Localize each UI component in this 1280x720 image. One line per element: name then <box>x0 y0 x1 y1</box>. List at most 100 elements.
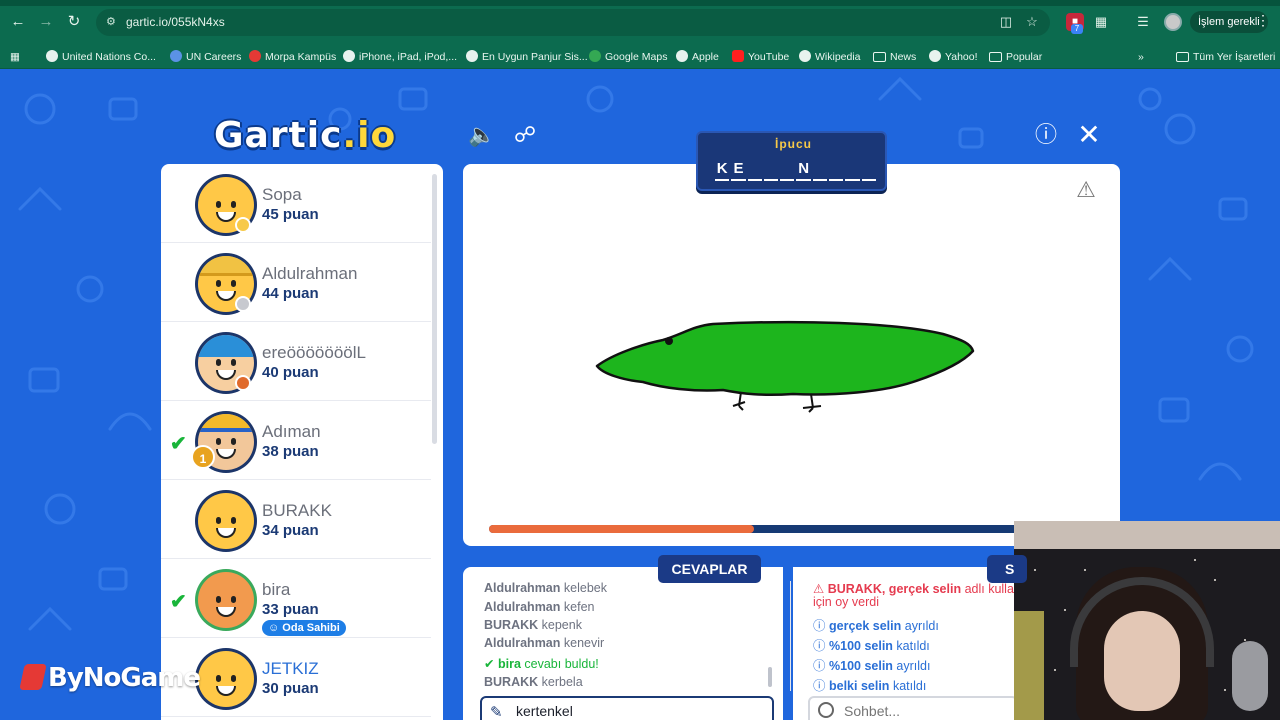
back-arrow-icon[interactable]: ← <box>8 12 28 32</box>
chat-field[interactable] <box>808 696 1018 720</box>
hint-letter <box>812 159 828 181</box>
bookmark-item[interactable]: News <box>873 49 916 65</box>
answer-input[interactable] <box>516 701 766 720</box>
microphone <box>1232 641 1268 711</box>
bynogame-logo-icon <box>19 664 47 690</box>
avatar <box>195 490 257 552</box>
apps-grid-icon[interactable]: ▦ <box>10 49 20 65</box>
youtube-icon <box>732 50 744 62</box>
speaker-icon[interactable]: 🔈 <box>468 121 496 149</box>
kebab-menu-icon[interactable]: ⋮ <box>1256 12 1270 29</box>
chat-message: ⓘ gerçek selin ayrıldı <box>813 619 939 633</box>
forward-arrow-icon[interactable]: → <box>36 12 56 32</box>
answer-message: Aldulrahman kefen <box>484 600 595 614</box>
folder-icon <box>989 52 1002 62</box>
player-row[interactable]: ✔ 1 Adıman 38 puan <box>161 401 431 480</box>
round-timer-fill <box>489 525 754 533</box>
bookmark-item[interactable]: Apple <box>676 49 719 65</box>
player-name: BURAKK <box>262 501 332 520</box>
hint-letter <box>747 159 762 181</box>
info-icon: ⓘ <box>813 679 826 693</box>
bookmark-star-icon[interactable]: ☆ <box>1024 14 1040 30</box>
drawing-canvas[interactable]: ⚠ <box>463 164 1120 546</box>
share-icon[interactable]: ☍ <box>511 121 539 149</box>
close-icon[interactable]: ✕ <box>1075 121 1103 149</box>
hint-letters: K E N <box>715 159 878 181</box>
bookmark-item[interactable]: Google Maps <box>589 49 667 65</box>
answer-message: Aldulrahman kelebek <box>484 581 607 595</box>
globe-icon <box>929 50 941 62</box>
globe-icon <box>466 50 478 62</box>
player-name: bira <box>262 580 291 599</box>
player-score: 34 puan <box>262 522 319 539</box>
check-icon: ✔ <box>484 657 495 671</box>
bookmark-item[interactable]: UN Careers <box>170 49 241 65</box>
chat-message: ⓘ %100 selin katıldı <box>813 639 930 653</box>
round-timer-bar <box>489 525 1029 533</box>
report-warning-icon[interactable]: ⚠ <box>1073 178 1099 202</box>
lizard-drawing <box>595 320 975 413</box>
check-icon: ✔ <box>170 591 187 613</box>
streamer-watermark: ByNoGame <box>19 663 201 693</box>
players-scrollbar[interactable] <box>432 174 437 444</box>
room-owner-badge: ☺ Oda Sahibi <box>262 620 346 636</box>
gartic-logo[interactable]: Gartic.io <box>214 115 396 156</box>
bookmark-item[interactable]: En Uygun Panjur Sis... <box>466 49 588 65</box>
bookmark-item[interactable]: Wikipedia <box>799 49 861 65</box>
hint-letter <box>829 159 844 181</box>
player-row[interactable]: Sopa 45 puan <box>161 164 431 243</box>
bookmark-item[interactable]: United Nations Co... <box>46 49 156 65</box>
tab-answers[interactable]: CEVAPLAR <box>658 555 761 583</box>
reload-icon[interactable]: ↻ <box>64 12 84 32</box>
extensions-puzzle-icon[interactable]: ▦ <box>1092 13 1110 31</box>
avatar <box>195 648 257 710</box>
info-icon: ⓘ <box>813 639 826 653</box>
install-app-icon[interactable]: ◫ <box>998 14 1014 30</box>
trophy-icon: 1 <box>191 445 215 469</box>
info-icon: ⓘ <box>813 659 826 673</box>
address-bar[interactable]: ⚙ gartic.io/055kN4xs ◫ ☆ <box>96 9 1050 36</box>
player-row[interactable]: ✔ bira 33 puan ☺ Oda Sahibi <box>161 559 431 638</box>
hint-letter: N <box>796 159 811 181</box>
info-icon: ⓘ <box>813 619 826 633</box>
answer-message: BURAKK kepenk <box>484 618 582 632</box>
panel-divider <box>790 581 791 691</box>
hint-box: İpucu K E N <box>696 131 887 191</box>
globe-icon <box>799 50 811 62</box>
chevron-right-icon[interactable]: » <box>1138 49 1144 65</box>
chat-input[interactable] <box>844 701 1014 720</box>
bookmark-item[interactable]: Popular <box>989 49 1042 65</box>
profile-avatar[interactable] <box>1164 13 1182 31</box>
morpa-icon <box>249 50 261 62</box>
player-row[interactable]: ereööööööölL 40 puan <box>161 322 431 401</box>
maps-icon <box>589 50 601 62</box>
bookmark-item[interactable]: Yahoo! <box>929 49 978 65</box>
player-score: 33 puan <box>262 601 319 618</box>
bookmark-item[interactable]: Morpa Kampüs <box>249 49 336 65</box>
url-text[interactable]: gartic.io/055kN4xs <box>126 15 225 29</box>
site-settings-icon[interactable]: ⚙ <box>106 15 120 29</box>
bookmarks-bar: ▦ United Nations Co... UN Careers Morpa … <box>0 44 1280 69</box>
hint-letter: E <box>731 159 746 181</box>
folder-icon <box>1176 52 1189 62</box>
media-controls-icon[interactable]: ☰ <box>1134 13 1152 31</box>
player-name: Adıman <box>262 422 321 441</box>
all-bookmarks-folder[interactable]: Tüm Yer İşaretleri <box>1176 49 1275 65</box>
player-name: Aldulrahman <box>262 264 358 283</box>
tab-chat[interactable]: S <box>987 555 1027 583</box>
check-icon: ✔ <box>170 433 187 455</box>
status-dot <box>235 217 251 233</box>
chat-message: ⚠ BURAKK, gerçek selin adlı kulla <box>813 582 1014 596</box>
chat-message: için oy verdi <box>813 595 879 609</box>
player-row[interactable]: JETKIZ 30 puan <box>161 638 431 717</box>
bookmark-item[interactable]: YouTube <box>732 49 789 65</box>
status-dot <box>235 375 251 391</box>
answers-scrollbar[interactable] <box>768 667 772 687</box>
info-icon[interactable]: ⓘ <box>1032 121 1060 149</box>
answer-field[interactable]: ✎ <box>480 696 774 720</box>
player-row[interactable]: BURAKK 34 puan <box>161 480 431 559</box>
bookmark-item[interactable]: iPhone, iPad, iPod,... <box>343 49 457 65</box>
avatar <box>195 569 257 631</box>
hint-letter <box>861 159 876 181</box>
player-row[interactable]: Aldulrahman 44 puan <box>161 243 431 322</box>
